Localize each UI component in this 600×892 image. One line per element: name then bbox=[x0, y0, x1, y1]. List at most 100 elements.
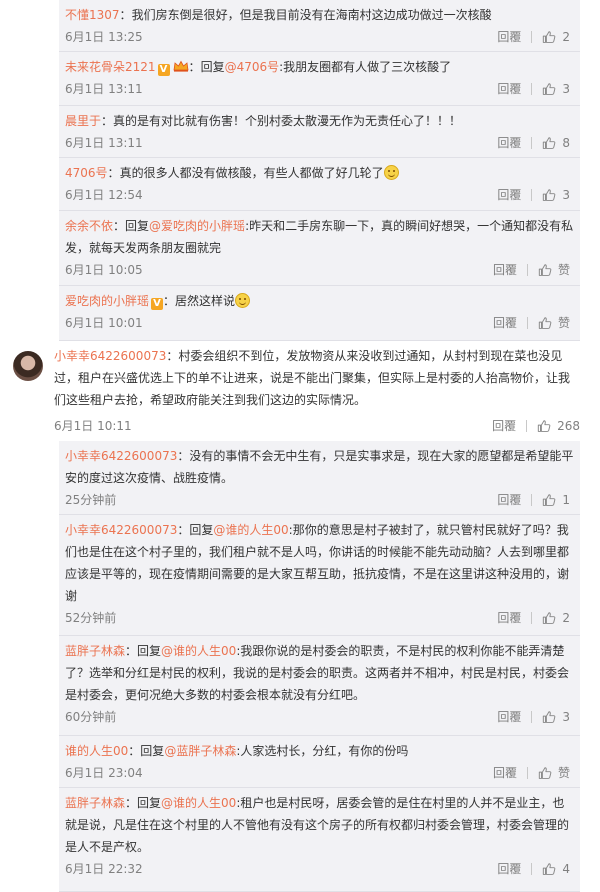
reply-username[interactable]: 爱吃肉的小胖瑶 bbox=[65, 294, 149, 308]
reply-time: 6月1日 22:32 bbox=[65, 862, 143, 876]
reply-time: 6月1日 13:11 bbox=[65, 136, 143, 150]
comment-meta: 6月1日 10:11 回覆 268 bbox=[54, 415, 580, 437]
like-button[interactable]: 赞 bbox=[538, 762, 570, 784]
thumbs-up-icon bbox=[538, 767, 552, 779]
reply-username[interactable]: 小幸幸6422600073 bbox=[65, 523, 177, 537]
thumbs-up-icon bbox=[543, 189, 556, 201]
reply-text: 未来花骨朵2121 V ：回复@4706号:我朋友圈都有人做了三次核酸了 bbox=[65, 56, 574, 78]
verified-badge-icon: V bbox=[157, 64, 170, 76]
reply-actions: 回覆 4 bbox=[497, 858, 570, 880]
reply-meta: 6月1日 12:54 回覆 3 bbox=[65, 184, 574, 206]
reply-item: 蓝胖子林森：回复@谁的人生00:租户也是村民呀，居委会管的是住在村里的人并不是业… bbox=[59, 788, 580, 892]
like-button[interactable]: 1 bbox=[542, 489, 570, 511]
like-button[interactable]: 4 bbox=[542, 858, 570, 880]
reply-body: 居然这样说 bbox=[175, 294, 236, 308]
reply-body: 回复 bbox=[200, 60, 225, 74]
reply-button[interactable]: 回覆 bbox=[497, 132, 521, 154]
thumbs-up-icon bbox=[538, 317, 552, 329]
mention-link[interactable]: @谁的人生00 bbox=[213, 523, 288, 537]
reply-username[interactable]: 余余不依 bbox=[65, 219, 113, 233]
reply-time: 52分钟前 bbox=[65, 611, 117, 625]
reply-button[interactable]: 回覆 bbox=[493, 259, 517, 281]
reply-meta: 6月1日 10:05 回覆 赞 bbox=[65, 259, 574, 281]
reply-text: 蓝胖子林森：回复@谁的人生00:我跟你说的是村委会的职责，不是村民的权利你能不能… bbox=[65, 644, 570, 702]
like-button[interactable]: 3 bbox=[542, 78, 570, 100]
reply-time: 6月1日 10:05 bbox=[65, 263, 143, 277]
reply-actions: 回覆 3 bbox=[497, 706, 570, 728]
reply-button[interactable]: 回覆 bbox=[497, 607, 521, 629]
reply-meta: 6月1日 23:04 回覆 赞 bbox=[65, 762, 574, 784]
reply-item: 谁的人生00：回复@蓝胖子林森:人家选村长，分红，有你的份吗 6月1日 23:04… bbox=[59, 736, 580, 788]
like-count: 2 bbox=[562, 30, 570, 44]
like-button[interactable]: 赞 bbox=[538, 312, 570, 334]
like-button[interactable]: 3 bbox=[542, 706, 570, 728]
reply-button[interactable]: 回覆 bbox=[497, 858, 521, 880]
mention-link[interactable]: @谁的人生00 bbox=[161, 644, 236, 658]
reply-text: 4706号：真的很多人都没有做核酸，有些人都做了好几轮了 bbox=[65, 162, 574, 184]
reply-time: 6月1日 13:25 bbox=[65, 30, 143, 44]
divider bbox=[531, 863, 533, 875]
like-count: 268 bbox=[557, 419, 580, 433]
reply-item: 小幸幸6422600073：没有的事情不会无中生有，只是实事求是，现在大家的愿望… bbox=[59, 441, 580, 515]
verified-badge-icon: V bbox=[151, 298, 164, 310]
reply-actions: 回覆 3 bbox=[497, 184, 570, 206]
thumbs-up-icon bbox=[543, 711, 556, 723]
like-button[interactable]: 3 bbox=[542, 184, 570, 206]
mention-link[interactable]: @爱吃肉的小胖瑶 bbox=[149, 219, 245, 233]
reply-text: 余余不依：回复@爱吃肉的小胖瑶:昨天和二手房东聊一下，真的瞬间好想哭，一个通知都… bbox=[65, 219, 574, 255]
reply-actions: 回覆 赞 bbox=[493, 312, 570, 334]
reply-text: 蓝胖子林森：回复@谁的人生00:租户也是村民呀，居委会管的是住在村里的人并不是业… bbox=[65, 796, 570, 854]
thumbs-up-icon bbox=[543, 31, 556, 43]
reply-username[interactable]: 未来花骨朵2121 bbox=[65, 60, 156, 74]
mention-link[interactable]: @蓝胖子林森 bbox=[164, 744, 236, 758]
reply-username[interactable]: 蓝胖子林森 bbox=[65, 796, 125, 810]
reply-button[interactable]: 回覆 bbox=[497, 706, 521, 728]
reply-username[interactable]: 4706号 bbox=[65, 166, 108, 180]
reply-actions: 回覆 赞 bbox=[493, 762, 570, 784]
smile-emoji-icon bbox=[235, 293, 251, 308]
reply-username[interactable]: 不懂1307 bbox=[65, 8, 120, 22]
comment-text: 小幸幸6422600073：村委会组织不到位，发放物资从来没收到过通知，从封村到… bbox=[54, 349, 571, 407]
reply-body: 回复 bbox=[140, 744, 165, 758]
reply-body: 真的很多人都没有做核酸，有些人都做了好几轮了 bbox=[119, 166, 384, 180]
like-button[interactable]: 2 bbox=[542, 26, 570, 48]
reply-text: 小幸幸6422600073：回复@谁的人生00:那你的意思是村子被封了，就只管村… bbox=[65, 523, 570, 603]
reply-time: 25分钟前 bbox=[65, 493, 117, 507]
divider bbox=[526, 420, 528, 432]
like-button[interactable]: 2 bbox=[542, 607, 570, 629]
reply-button[interactable]: 回覆 bbox=[493, 312, 517, 334]
reply-username[interactable]: 蓝胖子林森 bbox=[65, 644, 125, 658]
reply-username[interactable]: 小幸幸6422600073 bbox=[65, 449, 177, 463]
reply-body: 回复 bbox=[125, 219, 150, 233]
reply-text: 小幸幸6422600073：没有的事情不会无中生有，只是实事求是，现在大家的愿望… bbox=[65, 449, 574, 485]
reply-button[interactable]: 回覆 bbox=[497, 489, 521, 511]
reply-button[interactable]: 回覆 bbox=[492, 415, 516, 437]
like-button[interactable]: 268 bbox=[537, 415, 580, 437]
like-button[interactable]: 8 bbox=[542, 132, 570, 154]
reply-body: 回复 bbox=[189, 523, 214, 537]
reply-meta: 52分钟前 回覆 2 bbox=[65, 607, 574, 629]
reply-button[interactable]: 回覆 bbox=[497, 184, 521, 206]
like-count: 8 bbox=[562, 136, 570, 150]
reply-meta: 6月1日 13:11 回覆 3 bbox=[65, 78, 574, 100]
like-button[interactable]: 赞 bbox=[538, 259, 570, 281]
mention-link[interactable]: @谁的人生00 bbox=[161, 796, 236, 810]
reply-item: 未来花骨朵2121 V ：回复@4706号:我朋友圈都有人做了三次核酸了 6月1日 1… bbox=[59, 52, 580, 106]
thumbs-up-icon bbox=[538, 264, 552, 276]
reply-item: 4706号：真的很多人都没有做核酸，有些人都做了好几轮了 6月1日 12:54 回覆… bbox=[59, 158, 580, 211]
reply-actions: 回覆 3 bbox=[497, 78, 570, 100]
reply-button[interactable]: 回覆 bbox=[493, 762, 517, 784]
reply-meta: 6月1日 13:11 回覆 8 bbox=[65, 132, 574, 154]
mention-link[interactable]: @4706号 bbox=[225, 60, 280, 74]
reply-username[interactable]: 谁的人生00 bbox=[65, 744, 128, 758]
reply-list-top: 不懂1307：我们房东倒是很好，但是我目前没有在海南村这边成功做过一次核酸 6月1… bbox=[59, 0, 580, 341]
reply-body: 回复 bbox=[137, 644, 162, 658]
reply-time: 6月1日 13:11 bbox=[65, 82, 143, 96]
comment-username[interactable]: 小幸幸6422600073 bbox=[54, 349, 166, 363]
avatar[interactable] bbox=[13, 351, 43, 381]
reply-button[interactable]: 回覆 bbox=[497, 78, 521, 100]
like-count: 1 bbox=[562, 493, 570, 507]
reply-button[interactable]: 回覆 bbox=[497, 26, 521, 48]
reply-username[interactable]: 晨里于 bbox=[65, 114, 101, 128]
divider bbox=[531, 31, 533, 43]
